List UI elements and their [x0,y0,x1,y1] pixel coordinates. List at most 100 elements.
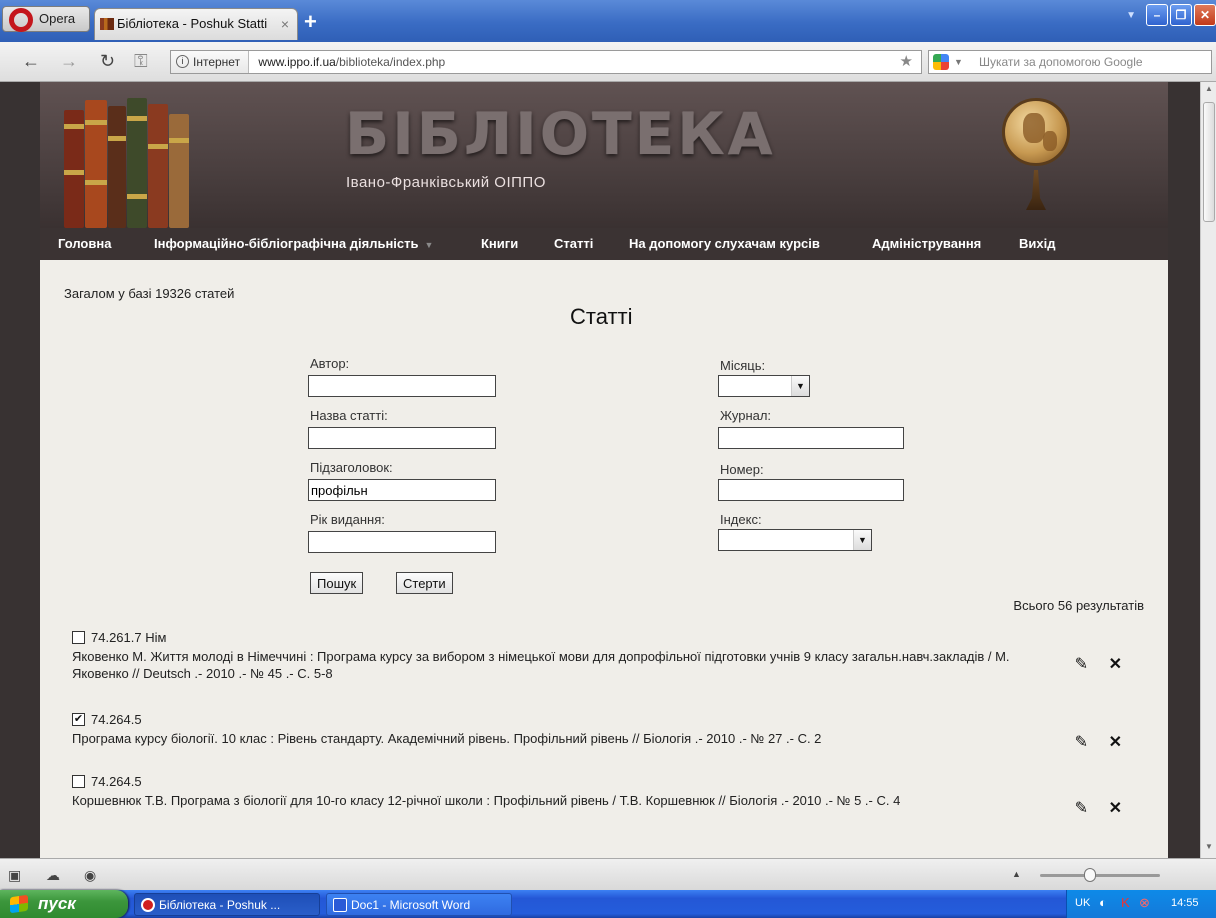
pencil-icon[interactable]: ✎ [1075,654,1088,674]
menu-item-home[interactable]: Головна [58,236,111,251]
page-heading: Статті [570,304,633,329]
result-item: ✔ 74.264.5 Програма курсу біології. 10 к… [72,710,1132,751]
menu-item-articles[interactable]: Статті [554,236,593,251]
bookmark-star-icon[interactable]: ★ [900,51,913,73]
site-title: БІБЛІОТЕКА [345,100,776,168]
zoom-slider-knob[interactable] [1084,868,1096,882]
opera-menu-button[interactable]: Opera [2,6,90,32]
subtitle-input[interactable] [308,479,496,501]
security-zone-badge[interactable]: i Інтернет [171,51,250,73]
site-subtitle: Івано-Франківський ОІППО [346,174,546,191]
opera-menu-label: Opera [39,11,76,26]
forward-arrow-icon[interactable]: → [60,51,78,72]
windows-taskbar: пуск Бібліотека - Poshuk ... Doc1 - Micr… [0,890,1216,918]
month-select[interactable]: ▼ [718,375,810,397]
results-count: Всього 56 результатів [1013,598,1144,613]
index-label: Індекс: [720,512,762,527]
clear-button[interactable]: Стерти [396,572,453,594]
menu-item-info-biblio-label: Інформаційно-бібліографічна діяльність [154,236,419,251]
start-button[interactable]: пуск [0,890,128,918]
search-button[interactable]: Пошук [310,572,364,594]
result-description: Програма курсу біології. 10 клас : Рівен… [72,731,822,746]
alert-icon[interactable]: ⊗ [1139,895,1150,911]
result-checkbox[interactable] [72,774,85,788]
pencil-icon[interactable]: ✎ [1075,732,1088,752]
result-item: 74.264.5 Коршевнюк Т.В. Програма з біоло… [72,772,1132,817]
books-favicon-icon [100,18,114,30]
browser-titlebar: Opera Бібліотека - Poshuk Statti × + ▼ –… [0,0,1216,42]
word-icon [333,898,347,912]
speed-dial-icon[interactable]: ◉ [84,867,96,884]
site-banner: БІБЛІОТЕКА Івано-Франківський ОІППО [40,82,1168,228]
cross-icon[interactable]: ✕ [1109,654,1122,674]
language-indicator[interactable]: UK [1075,897,1090,909]
window-controls: – ❐ ✕ [1146,4,1216,26]
back-arrow-icon[interactable]: ← [22,51,40,72]
address-field[interactable]: i Інтернет www.ippo.if.ua/biblioteka/ind… [170,50,922,74]
antivirus-icon[interactable]: K [1121,895,1130,910]
cross-icon[interactable]: ✕ [1109,732,1122,752]
year-label: Рік видання: [310,512,385,527]
minimize-button[interactable]: – [1146,4,1168,26]
tab-close-icon[interactable]: × [281,9,289,39]
search-engine-chevron-icon[interactable]: ▼ [954,51,963,73]
result-index: 74.264.5 [91,773,142,789]
result-index: 74.264.5 [91,711,142,727]
journal-input[interactable] [718,427,904,449]
chevron-down-icon: ▼ [424,240,434,250]
start-label: пуск [38,894,76,913]
site-menu: Головна Інформаційно-бібліографічна діял… [40,228,1168,260]
index-select[interactable]: ▼ [718,529,872,551]
total-count-text: Загалом у базі 19326 статей [64,286,235,301]
menu-item-admin[interactable]: Адміністрування [872,236,981,251]
globe-stand [1026,170,1046,210]
new-tab-button[interactable]: + [304,11,317,33]
result-description: Яковенко М. Життя молоді в Німеччині : П… [72,649,1010,681]
menu-item-course-help[interactable]: На допомогу слухачам курсів [629,236,820,251]
search-field[interactable]: ▼ Шукати за допомогою Google [928,50,1212,74]
system-tray: UK ◐ K ⊗ 14:55 [1066,890,1216,918]
scrollbar-thumb[interactable] [1203,102,1215,222]
number-input[interactable] [718,479,904,501]
dropdown-arrow-icon[interactable]: ▼ [853,530,871,550]
tab-list-chevron-icon[interactable]: ▼ [1126,10,1136,21]
result-index: 74.261.7 Нім [91,629,167,645]
globe-image [1002,98,1070,166]
key-icon[interactable]: ⚿ [134,51,148,72]
menu-item-books[interactable]: Книги [481,236,518,251]
result-description: Коршевнюк Т.В. Програма з біології для 1… [72,793,901,808]
result-item: 74.261.7 Нім Яковенко М. Життя молоді в … [72,628,1132,682]
url-text: www.ippo.if.ua/biblioteka/index.php [252,55,445,69]
menu-item-exit[interactable]: Вихід [1019,236,1055,251]
year-input[interactable] [308,531,496,553]
pencil-icon[interactable]: ✎ [1075,798,1088,818]
tab-title: Бібліотека - Poshuk Statti [117,16,268,31]
author-label: Автор: [310,356,350,371]
menu-item-info-biblio[interactable]: Інформаційно-бібліографічна діяльність ▼ [154,236,433,251]
title-label: Назва статті: [310,408,388,423]
restore-button[interactable]: ❐ [1170,4,1192,26]
vertical-scrollbar[interactable]: ▲ ▼ [1200,82,1216,858]
taskbar-item-label: Бібліотека - Poshuk ... [159,898,281,912]
windows-logo-icon [10,894,28,914]
network-icon[interactable]: ◐ [1099,895,1107,910]
scroll-up-icon[interactable]: ▲ [1203,84,1215,98]
scroll-down-icon[interactable]: ▼ [1203,842,1215,856]
zoom-up-icon[interactable]: ▲ [1012,869,1021,879]
result-checkbox[interactable]: ✔ [72,712,85,726]
taskbar-item-word[interactable]: Doc1 - Microsoft Word [326,893,512,916]
zoom-slider-track[interactable] [1040,874,1160,877]
taskbar-item-browser[interactable]: Бібліотека - Poshuk ... [134,893,320,916]
cross-icon[interactable]: ✕ [1109,798,1122,818]
dropdown-arrow-icon[interactable]: ▼ [791,376,809,396]
author-input[interactable] [308,375,496,397]
close-window-button[interactable]: ✕ [1194,4,1216,26]
cloud-icon[interactable]: ☁ [46,867,60,884]
number-label: Номер: [720,462,764,477]
browser-tab[interactable]: Бібліотека - Poshuk Statti × [94,8,298,40]
reload-icon[interactable]: ↻ [100,51,115,72]
title-input[interactable] [308,427,496,449]
result-checkbox[interactable] [72,630,85,644]
info-icon: i [176,55,189,68]
panel-toggle-icon[interactable]: ▣ [8,867,21,884]
